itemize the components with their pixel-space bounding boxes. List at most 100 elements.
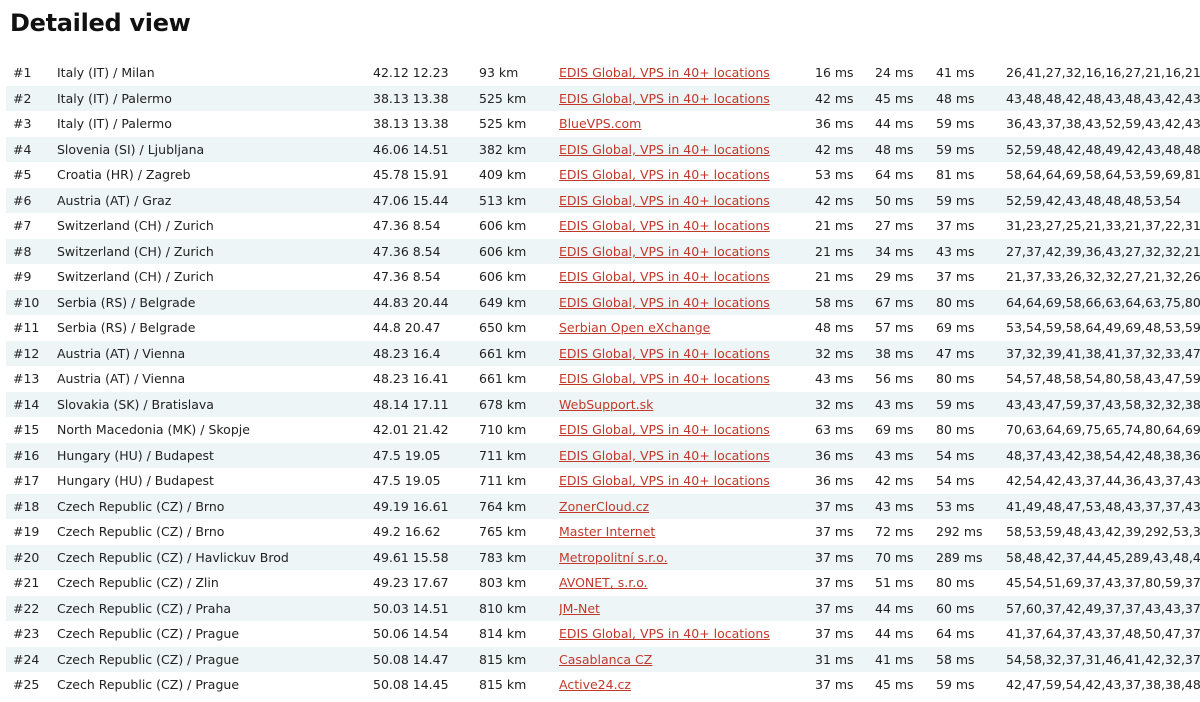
provider-cell: EDIS Global, VPS in 40+ locations <box>559 417 815 443</box>
distance-cell: 382 km <box>479 136 559 162</box>
table-row: #16 Hungary (HU) / Budapest 47.5 19.05 711 … <box>6 442 1200 468</box>
min-latency-cell: 37 ms <box>815 626 854 642</box>
provider-link[interactable]: Serbian Open eXchange <box>559 320 710 335</box>
distance-cell: 650 km <box>479 320 527 336</box>
avg-latency-cell: 67 ms <box>875 289 936 315</box>
coordinates-cell: 49.23 17.67 <box>373 575 449 591</box>
rank-cell: #18 <box>6 493 57 519</box>
latency-samples-cell: 64,64,69,58,66,63,64,63,75,80 <box>1006 289 1200 315</box>
coordinates-cell: 50.06 14.54 <box>373 626 449 642</box>
max-latency-cell: 54 ms <box>936 473 975 489</box>
location-cell: Hungary (HU) / Budapest <box>57 442 373 468</box>
provider-link[interactable]: EDIS Global, VPS in 40+ locations <box>559 65 770 80</box>
table-row: #5 Croatia (HR) / Zagreb 45.78 15.91 409 km… <box>6 162 1200 188</box>
rank-cell: #15 <box>13 422 40 438</box>
location-cell: Czech Republic (CZ) / Prague <box>57 677 240 693</box>
rank-cell: #17 <box>13 473 40 489</box>
provider-cell: Metropolitní s.r.o. <box>559 544 815 570</box>
location-cell: Austria (AT) / Vienna <box>57 340 373 366</box>
provider-link[interactable]: Metropolitní s.r.o. <box>559 550 668 565</box>
provider-cell: ZonerCloud.cz <box>559 493 815 519</box>
location-cell: Switzerland (CH) / Zurich <box>57 238 373 264</box>
distance-cell: 783 km <box>479 544 559 570</box>
latency-samples-cell: 31,23,27,25,21,33,21,37,22,31 <box>1006 218 1200 234</box>
provider-link[interactable]: EDIS Global, VPS in 40+ locations <box>559 422 770 437</box>
provider-cell: Casablanca CZ <box>559 646 815 672</box>
min-latency-cell: 48 ms <box>815 320 854 336</box>
location-cell: Slovenia (SI) / Ljubljana <box>57 136 373 162</box>
provider-link[interactable]: EDIS Global, VPS in 40+ locations <box>559 473 770 488</box>
provider-link[interactable]: EDIS Global, VPS in 40+ locations <box>559 167 770 182</box>
table-row: #7 Switzerland (CH) / Zurich 47.36 8.54 606… <box>6 213 1200 239</box>
provider-link[interactable]: EDIS Global, VPS in 40+ locations <box>559 448 770 463</box>
provider-cell: EDIS Global, VPS in 40+ locations <box>559 162 815 188</box>
max-latency-cell: 81 ms <box>936 167 975 183</box>
provider-link[interactable]: Casablanca CZ <box>559 652 652 667</box>
location-cell: Italy (IT) / Palermo <box>57 116 172 132</box>
distance-cell: 765 km <box>479 524 527 540</box>
provider-cell: EDIS Global, VPS in 40+ locations <box>559 468 815 494</box>
provider-link[interactable]: EDIS Global, VPS in 40+ locations <box>559 91 770 106</box>
rank-cell: #11 <box>13 320 40 336</box>
provider-cell: EDIS Global, VPS in 40+ locations <box>559 60 815 86</box>
distance-cell: 710 km <box>479 422 527 438</box>
latency-samples-cell: 41,49,48,47,53,48,43,37,37,43 <box>1006 493 1200 519</box>
coordinates-cell: 45.78 15.91 <box>373 167 449 183</box>
table-row: #6 Austria (AT) / Graz 47.06 15.44 513 km ED… <box>6 187 1200 213</box>
provider-link[interactable]: ZonerCloud.cz <box>559 499 649 514</box>
latency-samples-cell: 45,54,51,69,37,43,37,80,59,37 <box>1006 575 1200 591</box>
rank-cell: #14 <box>6 391 57 417</box>
avg-latency-cell: 48 ms <box>875 136 936 162</box>
provider-link[interactable]: EDIS Global, VPS in 40+ locations <box>559 142 770 157</box>
rank-cell: #13 <box>13 371 40 387</box>
provider-link[interactable]: BlueVPS.com <box>559 116 641 131</box>
provider-link[interactable]: EDIS Global, VPS in 40+ locations <box>559 218 770 233</box>
avg-latency-cell: 56 ms <box>875 371 914 387</box>
min-latency-cell: 36 ms <box>815 442 875 468</box>
provider-link[interactable]: JM-Net <box>559 601 600 616</box>
location-cell: Czech Republic (CZ) / Havlickuv Brod <box>57 544 373 570</box>
min-latency-cell: 58 ms <box>815 289 875 315</box>
provider-cell: EDIS Global, VPS in 40+ locations <box>559 187 815 213</box>
provider-link[interactable]: WebSupport.sk <box>559 397 653 412</box>
rank-cell: #6 <box>6 187 57 213</box>
provider-link[interactable]: EDIS Global, VPS in 40+ locations <box>559 371 770 386</box>
provider-cell: EDIS Global, VPS in 40+ locations <box>559 238 815 264</box>
provider-cell: EDIS Global, VPS in 40+ locations <box>559 621 815 647</box>
table-row: #15 North Macedonia (MK) / Skopje 42.01 21… <box>6 417 1200 443</box>
rank-cell: #9 <box>13 269 32 285</box>
coordinates-cell: 48.23 16.4 <box>373 340 479 366</box>
distance-cell: 606 km <box>479 218 527 234</box>
provider-cell: EDIS Global, VPS in 40+ locations <box>559 366 815 392</box>
location-cell: Switzerland (CH) / Zurich <box>57 269 214 285</box>
table-row: #25 Czech Republic (CZ) / Prague 50.08 14.… <box>6 672 1200 698</box>
distance-cell: 815 km <box>479 677 527 693</box>
provider-link[interactable]: AVONET, s.r.o. <box>559 575 648 590</box>
table-row: #10 Serbia (RS) / Belgrade 44.83 20.44 649 … <box>6 289 1200 315</box>
coordinates-cell: 42.01 21.42 <box>373 422 449 438</box>
coordinates-cell: 49.19 16.61 <box>373 493 479 519</box>
rank-cell: #1 <box>13 65 32 81</box>
provider-link[interactable]: EDIS Global, VPS in 40+ locations <box>559 269 770 284</box>
provider-link[interactable]: Active24.cz <box>559 677 631 692</box>
min-latency-cell: 36 ms <box>815 116 854 132</box>
coordinates-cell: 48.14 17.11 <box>373 391 479 417</box>
provider-link[interactable]: EDIS Global, VPS in 40+ locations <box>559 193 770 208</box>
latency-samples-cell: 21,37,33,26,32,32,27,21,32,26 <box>1006 269 1200 285</box>
avg-latency-cell: 43 ms <box>875 442 936 468</box>
min-latency-cell: 37 ms <box>815 544 875 570</box>
avg-latency-cell: 64 ms <box>875 167 914 183</box>
provider-link[interactable]: EDIS Global, VPS in 40+ locations <box>559 346 770 361</box>
distance-cell: 711 km <box>479 442 559 468</box>
provider-link[interactable]: EDIS Global, VPS in 40+ locations <box>559 295 770 310</box>
avg-latency-cell: 24 ms <box>875 65 914 81</box>
provider-link[interactable]: Master Internet <box>559 524 655 539</box>
coordinates-cell: 47.5 19.05 <box>373 442 479 468</box>
provider-cell: WebSupport.sk <box>559 391 815 417</box>
distance-cell: 764 km <box>479 493 559 519</box>
min-latency-cell: 31 ms <box>815 646 875 672</box>
table-row: #12 Austria (AT) / Vienna 48.23 16.4 661 km… <box>6 340 1200 366</box>
distance-cell: 525 km <box>479 85 559 111</box>
provider-link[interactable]: EDIS Global, VPS in 40+ locations <box>559 244 770 259</box>
provider-link[interactable]: EDIS Global, VPS in 40+ locations <box>559 626 770 641</box>
